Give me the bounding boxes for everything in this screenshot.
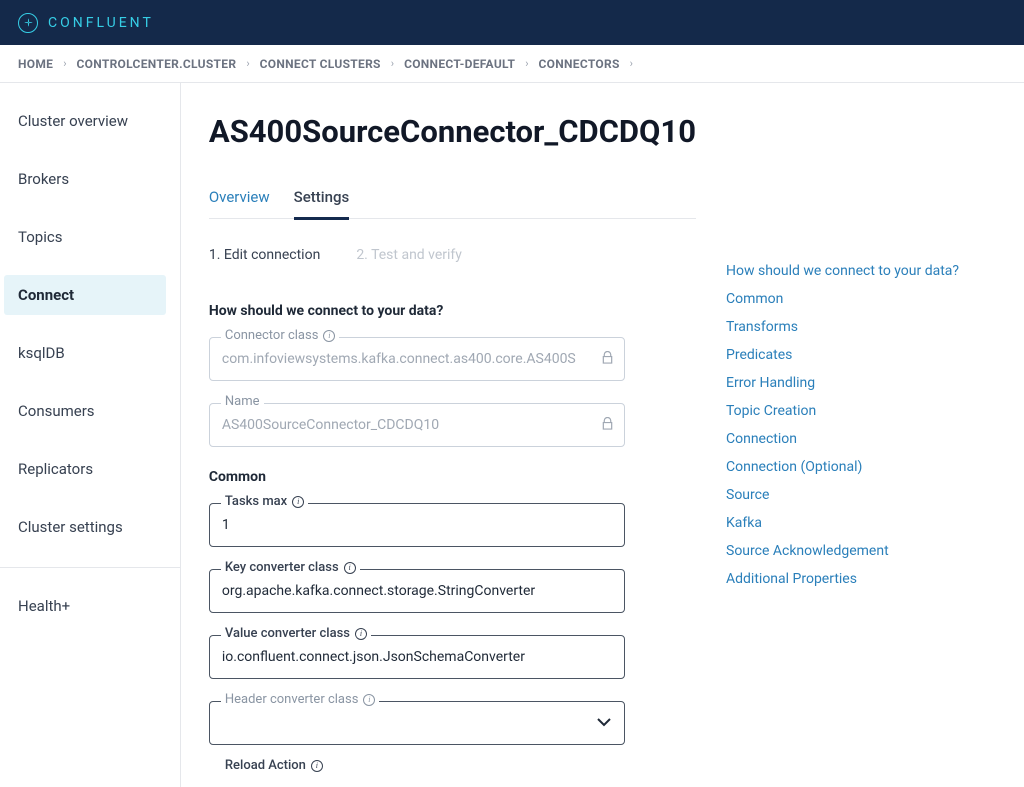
sidebar-item-connect[interactable]: Connect — [4, 275, 166, 315]
top-header: CONFLUENT — [0, 0, 1024, 45]
brand-text: CONFLUENT — [48, 15, 154, 31]
chevron-right-icon: › — [246, 57, 249, 70]
field-value-converter: Value converter class i — [209, 635, 625, 679]
info-icon[interactable]: i — [323, 330, 335, 342]
brand-logo-icon — [18, 13, 38, 33]
nav-link[interactable]: Topic Creation — [726, 397, 996, 425]
tab-overview[interactable]: Overview — [209, 188, 270, 218]
header-converter-select[interactable] — [209, 701, 625, 745]
nav-link[interactable]: Error Handling — [726, 369, 996, 397]
sidebar-item-replicators[interactable]: Replicators — [0, 449, 180, 489]
sidebar-item-ksqldb[interactable]: ksqlDB — [0, 333, 180, 373]
tab-settings[interactable]: Settings — [294, 188, 350, 218]
sidebar-item-health[interactable]: Health+ — [0, 586, 180, 626]
chevron-right-icon: › — [391, 57, 394, 70]
nav-link[interactable]: Connection (Optional) — [726, 453, 996, 481]
nav-link[interactable]: Kafka — [726, 509, 996, 537]
info-icon[interactable]: i — [363, 694, 375, 706]
field-label: Key converter class i — [221, 560, 360, 575]
nav-link[interactable]: Transforms — [726, 313, 996, 341]
nav-link[interactable]: Predicates — [726, 341, 996, 369]
sidebar-item-topics[interactable]: Topics — [0, 217, 180, 257]
field-connector-class: Connector class i — [209, 337, 625, 381]
field-label: Name — [221, 394, 264, 409]
sidebar-item-consumers[interactable]: Consumers — [0, 391, 180, 431]
nav-link[interactable]: Source — [726, 481, 996, 509]
field-label: Reload Action i — [221, 758, 327, 773]
section-title-common: Common — [209, 469, 696, 485]
nav-link[interactable]: Additional Properties — [726, 565, 996, 593]
breadcrumb: HOME › CONTROLCENTER.CLUSTER › CONNECT C… — [0, 45, 1024, 83]
lock-icon — [602, 417, 613, 433]
breadcrumb-item[interactable]: CONNECT CLUSTERS — [260, 57, 381, 71]
info-icon[interactable]: i — [344, 562, 356, 574]
lock-icon — [602, 351, 613, 367]
tasks-max-input[interactable] — [209, 503, 625, 547]
breadcrumb-item[interactable]: HOME — [18, 57, 53, 71]
info-icon[interactable]: i — [311, 760, 323, 772]
page-title: AS400SourceConnector_CDCDQ10 — [209, 113, 696, 150]
info-icon[interactable]: i — [292, 496, 304, 508]
info-icon[interactable]: i — [355, 628, 367, 640]
nav-link[interactable]: Connection — [726, 425, 996, 453]
name-input — [209, 403, 625, 447]
breadcrumb-item[interactable]: CONTROLCENTER.CLUSTER — [77, 57, 237, 71]
section-nav: How should we connect to your data? Comm… — [726, 113, 996, 787]
field-label: Tasks max i — [221, 494, 308, 509]
section-title-connect: How should we connect to your data? — [209, 303, 696, 319]
tabs: Overview Settings — [209, 188, 696, 219]
value-converter-input[interactable] — [209, 635, 625, 679]
chevron-right-icon: › — [525, 57, 528, 70]
field-label: Value converter class i — [221, 626, 371, 641]
divider — [0, 567, 180, 568]
field-label: Connector class i — [221, 328, 340, 343]
nav-link[interactable]: How should we connect to your data? — [726, 257, 996, 285]
form-steps: 1. Edit connection 2. Test and verify — [209, 247, 696, 263]
field-header-converter: Header converter class i — [209, 701, 625, 745]
breadcrumb-item[interactable]: CONNECTORS — [539, 57, 620, 71]
sidebar-item-cluster-overview[interactable]: Cluster overview — [0, 101, 180, 141]
chevron-right-icon: › — [630, 57, 633, 70]
sidebar: Cluster overview Brokers Topics Connect … — [0, 83, 181, 787]
key-converter-input[interactable] — [209, 569, 625, 613]
step-edit-connection[interactable]: 1. Edit connection — [209, 247, 320, 263]
sidebar-item-brokers[interactable]: Brokers — [0, 159, 180, 199]
field-name: Name — [209, 403, 625, 447]
breadcrumb-item[interactable]: CONNECT-DEFAULT — [404, 57, 515, 71]
chevron-down-icon[interactable] — [597, 715, 611, 731]
chevron-right-icon: › — [63, 57, 66, 70]
field-key-converter: Key converter class i — [209, 569, 625, 613]
nav-link[interactable]: Common — [726, 285, 996, 313]
connector-class-input — [209, 337, 625, 381]
field-label: Header converter class i — [221, 692, 380, 707]
field-tasks-max: Tasks max i — [209, 503, 625, 547]
nav-link[interactable]: Source Acknowledgement — [726, 537, 996, 565]
step-test-verify: 2. Test and verify — [356, 247, 462, 263]
sidebar-item-cluster-settings[interactable]: Cluster settings — [0, 507, 180, 547]
